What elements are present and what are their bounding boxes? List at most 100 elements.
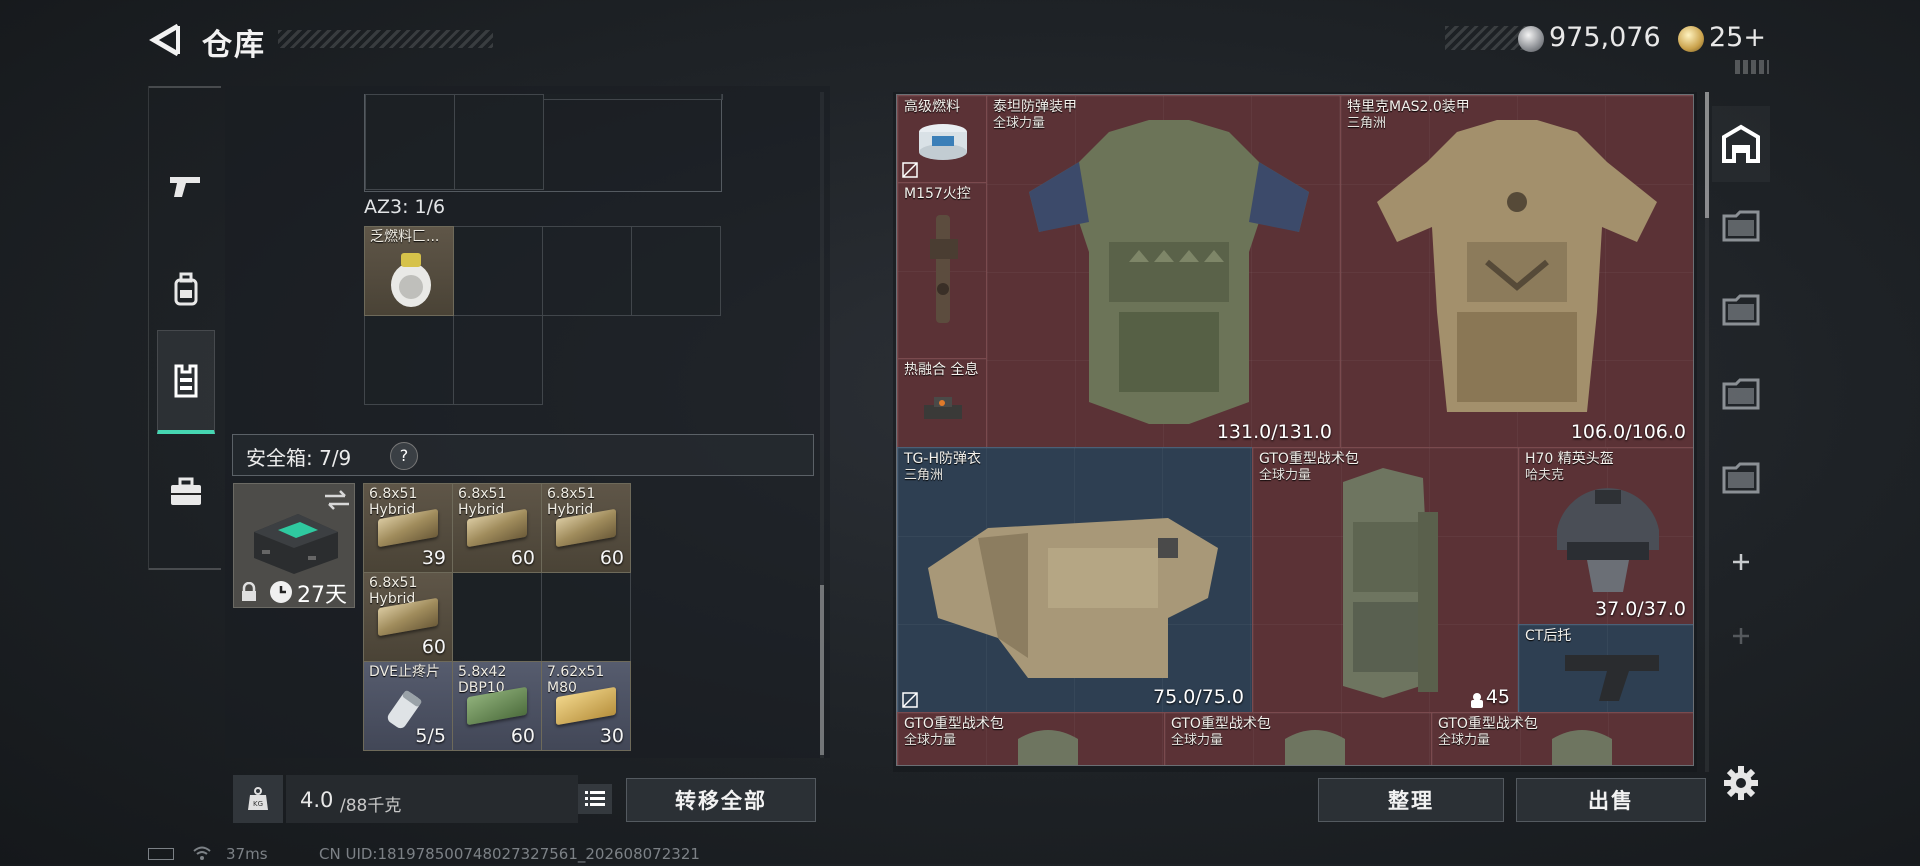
safe-box-label: 安全箱: 7/9 xyxy=(246,446,352,470)
item-name: H70 精英头盔 xyxy=(1525,451,1614,467)
item-count: 60 xyxy=(599,547,624,569)
inventory-scrollbar-thumb[interactable] xyxy=(820,585,824,755)
swap-icon[interactable] xyxy=(323,489,351,511)
back-arrow-icon xyxy=(149,23,180,57)
fuel-pack-icon xyxy=(391,253,431,307)
plus-icon xyxy=(1733,554,1749,570)
transfer-all-button[interactable]: 转移全部 xyxy=(626,778,816,822)
item-name: 乏燃料匚... xyxy=(370,229,440,245)
grid-cell[interactable] xyxy=(542,226,632,316)
durability: 106.0/106.0 xyxy=(1570,421,1686,443)
stash-home-icon xyxy=(1722,124,1760,163)
item-faction: 三角洲 xyxy=(904,468,944,483)
item-name: CT后托 xyxy=(1525,628,1572,644)
helmet-item[interactable]: H70 精英头盔 哈夫克 37.0/37.0 xyxy=(1518,447,1693,625)
grid-cell xyxy=(543,94,723,100)
item-name: TG-H防弹衣 xyxy=(904,451,981,467)
tab-stash-all[interactable] xyxy=(1712,106,1770,182)
item-name: GTO重型战术包 xyxy=(1171,716,1271,732)
battery-icon xyxy=(148,848,174,860)
tab-stash-4[interactable] xyxy=(1712,440,1770,516)
armor-item[interactable]: 泰坦防弹装甲 全球力量 131.0/131.0 xyxy=(986,95,1341,448)
tab-stash-2[interactable] xyxy=(1712,272,1770,348)
gold-amount[interactable]: 25+ xyxy=(1709,22,1766,53)
tab-stash-1[interactable] xyxy=(1712,188,1770,264)
backpack-item[interactable]: GTO重型战术包 全球力量 xyxy=(1431,712,1693,765)
item-name: GTO重型战术包 xyxy=(1438,716,1538,732)
weight-value: 4.0 xyxy=(300,788,334,812)
mas-armor-icon xyxy=(1377,120,1657,412)
pistol-icon xyxy=(170,177,200,197)
armor-item[interactable]: 特里克MAS2.0装甲 三角洲 106.0/106.0 xyxy=(1340,95,1693,448)
list-icon xyxy=(585,791,605,806)
tab-backpack[interactable] xyxy=(157,238,215,342)
weight-capacity: /88千克 xyxy=(340,796,402,816)
backpack-item[interactable]: GTO重型战术包 全球力量 xyxy=(1164,712,1432,765)
durability: 75.0/75.0 xyxy=(1152,686,1244,708)
item-count: 60 xyxy=(510,547,535,569)
item-count: 60 xyxy=(510,725,535,747)
item-name: M157火控 xyxy=(904,186,971,202)
sell-button[interactable]: 出售 xyxy=(1516,778,1706,822)
add-stash-disabled xyxy=(1712,598,1770,674)
category-sidebar xyxy=(148,86,221,570)
item-faction: 全球力量 xyxy=(1259,468,1312,483)
silver-coin-icon xyxy=(1518,26,1544,52)
gto-backpack-icon xyxy=(1018,730,1078,765)
add-stash-button[interactable] xyxy=(1712,524,1770,600)
grid-cell[interactable] xyxy=(454,94,544,190)
grid-cell[interactable] xyxy=(541,572,631,662)
tab-weapons[interactable] xyxy=(157,134,215,238)
clock-icon xyxy=(270,581,292,603)
folder-4-icon xyxy=(1722,462,1760,494)
grid-cell[interactable] xyxy=(453,226,543,316)
ammo-item[interactable]: 7.62x51 M80 30 xyxy=(541,661,631,751)
backpack-item[interactable]: GTO重型战术包 全球力量 xyxy=(897,712,1165,765)
tab-case[interactable] xyxy=(157,440,215,544)
lock-bag-icon xyxy=(1471,693,1483,708)
tab-stash-3[interactable] xyxy=(1712,356,1770,432)
ammo-item[interactable]: 6.8x51 Hybrid 60 xyxy=(363,572,453,662)
tab-vest[interactable] xyxy=(157,330,215,434)
gto-backpack-icon xyxy=(1343,468,1438,698)
vest-icon xyxy=(174,364,198,397)
stash-scrollbar-thumb[interactable] xyxy=(1705,92,1709,218)
user-uid: CN UID:18197850074802732756​1_2026080723… xyxy=(319,845,700,863)
stock-item[interactable]: CT后托 xyxy=(1518,624,1693,713)
ammo-item[interactable]: 6.8x51 Hybrid 60 xyxy=(452,483,542,573)
silver-amount[interactable]: 975,076 xyxy=(1549,22,1661,53)
back-button[interactable] xyxy=(148,22,184,58)
settings-button[interactable] xyxy=(1722,764,1760,802)
grid-cell[interactable] xyxy=(631,226,721,316)
ammo-item[interactable]: 6.8x51 Hybrid 39 xyxy=(363,483,453,573)
az3-item[interactable]: 乏燃料匚... xyxy=(364,226,454,316)
rifle-stock-icon xyxy=(1565,655,1659,701)
item-faction: 全球力量 xyxy=(1438,733,1491,748)
backpack-item[interactable]: GTO重型战术包 全球力量 45 xyxy=(1252,447,1519,713)
durability: 131.0/131.0 xyxy=(1216,421,1332,443)
folder-2-icon xyxy=(1722,294,1760,326)
grid-cell[interactable] xyxy=(452,572,542,662)
stash-item[interactable]: M157火控 xyxy=(897,182,987,359)
stash-item[interactable]: 高级燃料 xyxy=(897,95,987,183)
armor-item[interactable]: TG-H防弹衣 三角洲 75.0/75.0 xyxy=(897,447,1253,713)
help-button[interactable]: ? xyxy=(390,442,418,470)
header-decoration xyxy=(1735,60,1769,74)
tgh-vest-icon xyxy=(928,518,1218,678)
wifi-icon xyxy=(192,844,212,862)
grid-cell[interactable] xyxy=(365,94,455,190)
painkiller-item[interactable]: DVE止疼片 5/5 xyxy=(363,661,453,751)
ammo-item[interactable]: 5.8x42 DBP10 60 xyxy=(452,661,542,751)
grid-cell[interactable] xyxy=(364,315,454,405)
safe-box-days: 27天 xyxy=(297,583,347,608)
item-name: 热融合 全息 xyxy=(904,362,979,378)
stash-item[interactable]: 热融合 全息 xyxy=(897,358,987,448)
sort-button[interactable]: 整理 xyxy=(1318,778,1504,822)
grid-cell[interactable] xyxy=(453,315,543,405)
safe-box-grid: 6.8x51 Hybrid 39 6.8x51 Hybrid 60 6.8x51… xyxy=(363,483,633,753)
fuel-can-icon xyxy=(919,124,967,160)
list-view-button[interactable] xyxy=(578,784,612,814)
no-insure-icon xyxy=(902,692,918,708)
ammo-item[interactable]: 6.8x51 Hybrid 60 xyxy=(541,483,631,573)
item-count: 30 xyxy=(599,725,624,747)
